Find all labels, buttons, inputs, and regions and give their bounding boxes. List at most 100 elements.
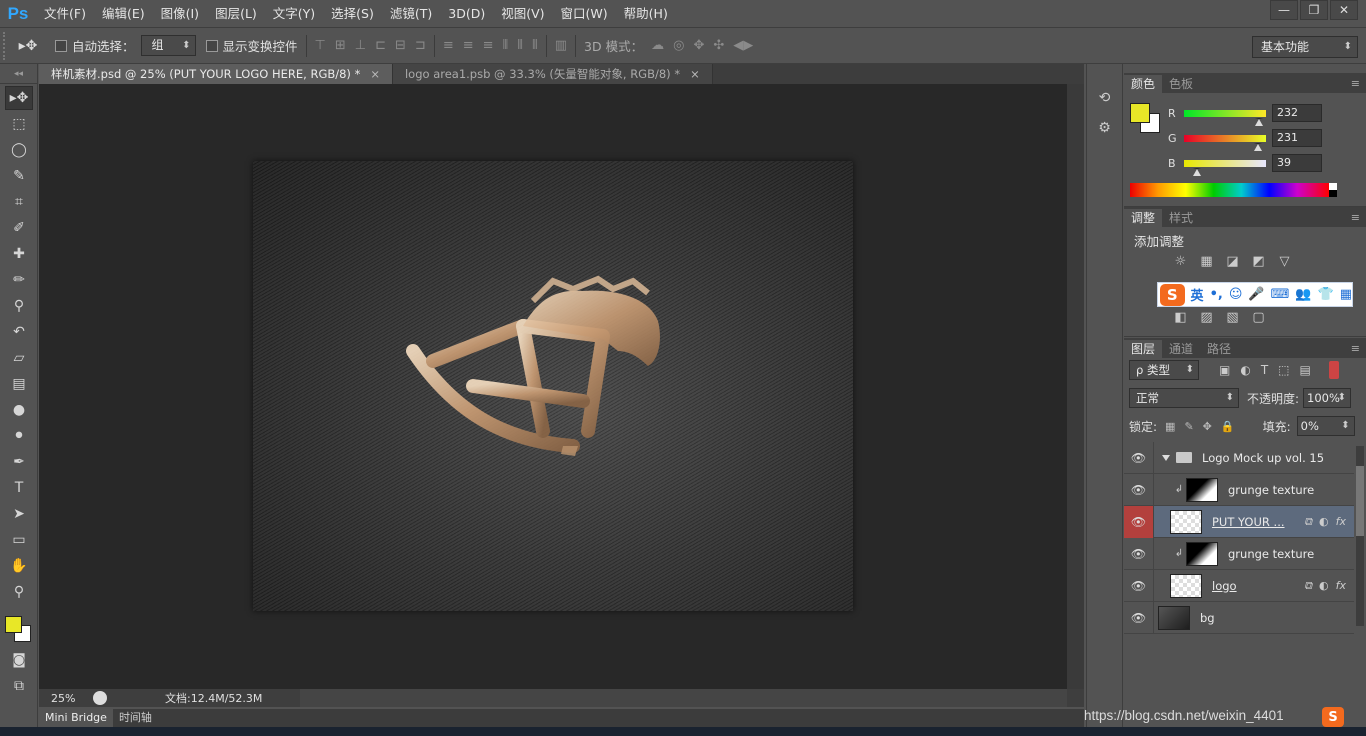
menu-3d[interactable]: 3D(D) bbox=[440, 0, 493, 27]
ime-toolbox-icon[interactable]: ▦ bbox=[1340, 287, 1352, 302]
document-tab[interactable]: logo area1.psb @ 33.3% (矢量智能对象, RGB/8) *… bbox=[392, 64, 713, 84]
fill-input[interactable]: 0% bbox=[1296, 416, 1355, 436]
filter-type-icon[interactable]: T bbox=[1261, 363, 1268, 377]
screen-mode-icon[interactable]: ⧉ bbox=[5, 674, 33, 698]
auto-select-dropdown[interactable]: 组 bbox=[140, 35, 196, 56]
quick-selection-tool-icon[interactable]: ✎ bbox=[5, 164, 33, 188]
blur-tool-icon[interactable]: ● bbox=[5, 398, 33, 422]
visibility-eye-icon[interactable]: 👁 bbox=[1124, 537, 1154, 570]
black-white-ramp[interactable] bbox=[1329, 183, 1337, 197]
foreground-color-box[interactable] bbox=[1130, 103, 1150, 123]
layers-scrollbar-thumb[interactable] bbox=[1356, 466, 1364, 536]
properties-panel-icon[interactable]: ⚙ bbox=[1092, 116, 1118, 140]
3d-scale-icon[interactable]: ◀▶ bbox=[733, 38, 753, 53]
panel-menu-icon[interactable]: ≡ bbox=[1351, 340, 1360, 358]
filter-toggle[interactable] bbox=[1328, 361, 1339, 379]
filter-pixel-icon[interactable]: ▣ bbox=[1219, 363, 1230, 377]
invert-icon[interactable]: ◧ bbox=[1172, 309, 1189, 326]
fx-icon[interactable]: fx bbox=[1336, 515, 1346, 529]
3d-rotate-icon[interactable]: ☁ bbox=[651, 38, 664, 53]
layer-name[interactable]: bg bbox=[1200, 611, 1215, 625]
hand-tool-icon[interactable]: ✋ bbox=[5, 554, 33, 578]
menu-select[interactable]: 选择(S) bbox=[323, 0, 382, 27]
tab-color[interactable]: 颜色 bbox=[1124, 75, 1163, 93]
auto-select-checkbox[interactable] bbox=[55, 39, 67, 52]
auto-align-icon[interactable]: ▥ bbox=[555, 38, 567, 53]
ime-tray-icon[interactable]: S bbox=[1322, 707, 1344, 727]
align-bottom-icon[interactable]: ⊥ bbox=[355, 38, 366, 53]
3d-pan-icon[interactable]: ✥ bbox=[693, 38, 704, 53]
gradient-tool-icon[interactable]: ▤ bbox=[5, 372, 33, 396]
canvas-area[interactable] bbox=[39, 84, 1067, 689]
quick-mask-icon[interactable]: ◙ bbox=[5, 648, 33, 672]
layer-name[interactable]: Logo Mock up vol. 15 bbox=[1202, 451, 1324, 465]
filter-smart-object-icon[interactable]: ▤ bbox=[1300, 363, 1311, 377]
filter-mask-icon[interactable]: ◐ bbox=[1319, 579, 1329, 593]
green-slider-thumb[interactable] bbox=[1254, 142, 1263, 151]
minimize-button[interactable]: — bbox=[1270, 0, 1298, 20]
restore-button[interactable]: ❐ bbox=[1300, 0, 1328, 20]
blend-mode-dropdown[interactable]: 正常 bbox=[1129, 388, 1239, 408]
red-slider[interactable] bbox=[1184, 109, 1266, 126]
ime-skin-icon[interactable]: 👕 bbox=[1318, 287, 1334, 302]
workspace-dropdown[interactable]: 基本功能 bbox=[1252, 36, 1358, 58]
healing-brush-tool-icon[interactable]: ✚ bbox=[5, 242, 33, 266]
move-tool-icon[interactable]: ▸✥ bbox=[5, 86, 33, 110]
layer-name[interactable]: grunge texture bbox=[1228, 483, 1314, 497]
ime-punctuation-icon[interactable]: •, bbox=[1210, 287, 1223, 302]
lock-position-icon[interactable]: ✥ bbox=[1203, 420, 1212, 433]
layer-name[interactable]: PUT YOUR ... bbox=[1212, 515, 1285, 529]
opacity-input[interactable]: 100% bbox=[1303, 388, 1352, 408]
fx-icon[interactable]: fx bbox=[1336, 579, 1346, 593]
pen-tool-icon[interactable]: ✒ bbox=[5, 450, 33, 474]
menu-type[interactable]: 文字(Y) bbox=[265, 0, 323, 27]
panel-menu-icon[interactable]: ≡ bbox=[1351, 75, 1360, 93]
tab-mini-bridge[interactable]: Mini Bridge bbox=[39, 709, 113, 727]
layer-group-row[interactable]: 👁 Logo Mock up vol. 15 bbox=[1124, 441, 1354, 474]
filter-mask-icon[interactable]: ◐ bbox=[1319, 515, 1329, 529]
menu-image[interactable]: 图像(I) bbox=[153, 0, 207, 27]
menu-filter[interactable]: 滤镜(T) bbox=[382, 0, 440, 27]
distribute-hcenter-icon[interactable]: ⦀ bbox=[517, 38, 523, 53]
blue-slider[interactable] bbox=[1184, 159, 1266, 176]
red-value-input[interactable]: 232 bbox=[1272, 104, 1322, 122]
ime-emoji-icon[interactable]: ☺ bbox=[1229, 287, 1243, 302]
dodge-tool-icon[interactable]: ⚫ bbox=[5, 424, 33, 448]
menu-view[interactable]: 视图(V) bbox=[493, 0, 552, 27]
layers-scrollbar[interactable] bbox=[1356, 446, 1364, 626]
lasso-tool-icon[interactable]: ◯ bbox=[5, 138, 33, 162]
ime-users-icon[interactable]: 👥 bbox=[1295, 287, 1311, 302]
eyedropper-tool-icon[interactable]: ✐ bbox=[5, 216, 33, 240]
vibrance-icon[interactable]: ▽ bbox=[1276, 253, 1293, 270]
type-tool-icon[interactable]: T bbox=[5, 476, 33, 500]
align-right-icon[interactable]: ⊐ bbox=[415, 38, 426, 53]
lock-pixels-icon[interactable]: ✎ bbox=[1184, 420, 1193, 433]
clone-stamp-tool-icon[interactable]: ⚲ bbox=[5, 294, 33, 318]
tab-layers[interactable]: 图层 bbox=[1124, 340, 1163, 358]
color-spectrum-ramp[interactable] bbox=[1130, 183, 1329, 197]
link-icon[interactable]: ⧉ bbox=[1304, 579, 1312, 593]
link-icon[interactable]: ⧉ bbox=[1304, 515, 1312, 529]
red-slider-thumb[interactable] bbox=[1254, 117, 1263, 126]
posterize-icon[interactable]: ▨ bbox=[1198, 309, 1215, 326]
lock-transparent-icon[interactable]: ▦ bbox=[1165, 420, 1175, 433]
lock-all-icon[interactable]: 🔒 bbox=[1221, 420, 1235, 433]
exposure-icon[interactable]: ◩ bbox=[1250, 253, 1267, 270]
visibility-eye-icon[interactable]: 👁 bbox=[1124, 569, 1154, 602]
distribute-vcenter-icon[interactable]: ≡ bbox=[463, 38, 474, 53]
visibility-eye-icon[interactable]: 👁 bbox=[1124, 473, 1154, 506]
blue-slider-thumb[interactable] bbox=[1192, 167, 1201, 176]
visibility-eye-icon[interactable]: 👁 bbox=[1124, 601, 1154, 634]
layer-row[interactable]: 👁 bg bbox=[1124, 601, 1354, 634]
tab-styles[interactable]: 样式 bbox=[1162, 209, 1200, 227]
distribute-right-icon[interactable]: ⦀ bbox=[532, 38, 538, 53]
layer-filter-dropdown[interactable]: ρ 类型 bbox=[1129, 360, 1199, 380]
layer-row[interactable]: 👁 ↲ grunge texture bbox=[1124, 537, 1354, 570]
layer-row-selected[interactable]: 👁 PUT YOUR ... ⧉ ◐ fx bbox=[1124, 505, 1354, 538]
path-selection-tool-icon[interactable]: ➤ bbox=[5, 502, 33, 526]
layer-name[interactable]: logo bbox=[1212, 579, 1237, 593]
brightness-contrast-icon[interactable]: ☼ bbox=[1172, 253, 1189, 270]
ime-keyboard-icon[interactable]: ⌨ bbox=[1271, 287, 1290, 302]
align-hcenter-icon[interactable]: ⊟ bbox=[395, 38, 406, 53]
3d-roll-icon[interactable]: ◎ bbox=[673, 38, 684, 53]
